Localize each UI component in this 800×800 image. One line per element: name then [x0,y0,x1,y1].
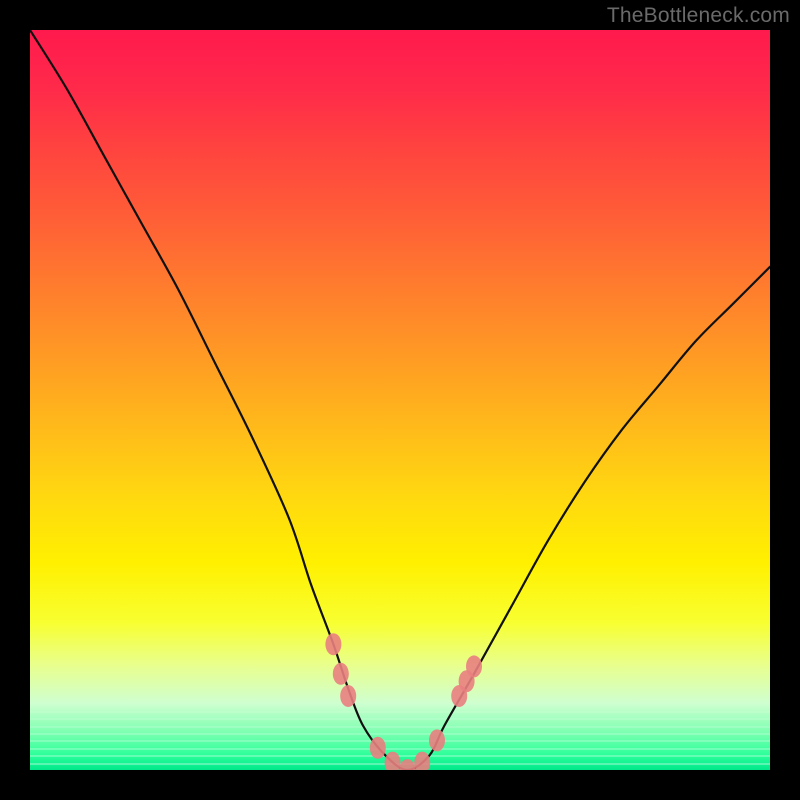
chart-frame: TheBottleneck.com [0,0,800,800]
bottleneck-curve [30,30,770,770]
data-marker [429,729,445,751]
data-marker [325,633,341,655]
plot-area [30,30,770,770]
data-marker [333,663,349,685]
data-marker [399,759,415,770]
data-marker [466,655,482,677]
curve-layer [30,30,770,770]
data-marker [414,752,430,770]
data-marker [370,737,386,759]
watermark-text: TheBottleneck.com [607,4,790,28]
curve-markers [325,633,482,770]
data-marker [340,685,356,707]
data-marker [385,752,401,770]
